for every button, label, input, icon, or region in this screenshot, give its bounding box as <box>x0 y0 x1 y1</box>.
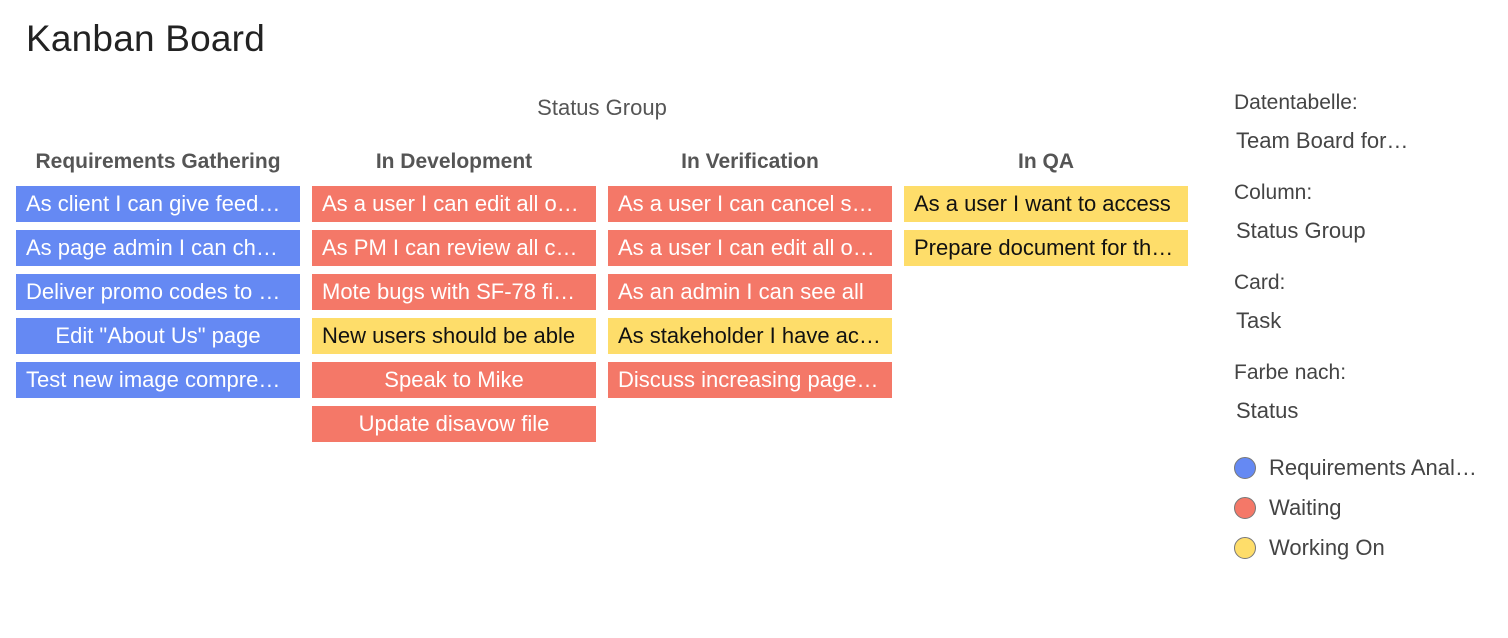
status-group-heading: Status Group <box>537 95 667 120</box>
datatable-label: Datentabelle: <box>1234 91 1358 114</box>
column-header: In QA <box>1018 150 1074 173</box>
task-card[interactable]: Speak to Mike <box>312 362 596 398</box>
column-header: Requirements Gathering <box>35 150 281 173</box>
board-column: In QA As a user I want to access Prepare d… <box>904 147 1188 450</box>
yellow-dot-icon <box>1234 537 1256 559</box>
color-by-label: Farbe nach: <box>1234 361 1347 384</box>
blue-dot-icon <box>1234 457 1256 479</box>
color-legend: Requirements Analysis Waiting Working On <box>1234 448 1496 568</box>
task-card[interactable]: Deliver promo codes to partners <box>16 274 300 310</box>
kanban-board: Requirements Gathering As client I can gi… <box>16 147 1188 450</box>
task-card[interactable]: Prepare document for the team <box>904 230 1188 266</box>
color-by-select[interactable]: Status <box>1234 396 1412 426</box>
task-card[interactable]: As PM I can review all changes <box>312 230 596 266</box>
task-card[interactable]: Mote bugs with SF-78 fixed <box>312 274 596 310</box>
task-card[interactable]: As page admin I can change <box>16 230 300 266</box>
task-card[interactable]: As a user I want to access <box>904 186 1188 222</box>
legend-label: Working On <box>1269 535 1385 560</box>
card-label: Card: <box>1234 271 1286 294</box>
task-card[interactable]: New users should be able <box>312 318 596 354</box>
column-header: In Development <box>375 150 533 173</box>
task-card[interactable]: Discuss increasing page speed <box>608 362 892 398</box>
page-title: Kanban Board <box>26 18 265 59</box>
task-card[interactable]: As client I can give feedback <box>16 186 300 222</box>
task-card[interactable]: As a user I can edit all orders <box>312 186 596 222</box>
legend-item: Working On <box>1234 528 1496 568</box>
column-label: Column: <box>1234 181 1313 204</box>
board-column: In Development As a user I can edit all o… <box>312 147 596 450</box>
task-card[interactable]: Update disavow file <box>312 406 596 442</box>
board-column: Requirements Gathering As client I can gi… <box>16 147 300 450</box>
legend-label: Waiting <box>1269 495 1342 520</box>
card-select[interactable]: Task <box>1234 306 1412 336</box>
task-card[interactable]: Test new image compression <box>16 362 300 398</box>
legend-item: Waiting <box>1234 488 1496 528</box>
settings-sidebar: Datentabelle: Team Board for Kanban Colu… <box>1234 88 1496 568</box>
task-card[interactable]: As a user I can edit all orders <box>608 230 892 266</box>
task-card[interactable]: As stakeholder I have access <box>608 318 892 354</box>
legend-label: Requirements Analysis <box>1269 455 1487 480</box>
datatable-select[interactable]: Team Board for Kanban <box>1234 126 1412 156</box>
legend-item: Requirements Analysis <box>1234 448 1496 488</box>
task-card[interactable]: Edit "About Us" page <box>16 318 300 354</box>
task-card[interactable]: As an admin I can see all <box>608 274 892 310</box>
column-select[interactable]: Status Group <box>1234 216 1412 246</box>
task-card[interactable]: As a user I can cancel subscription <box>608 186 892 222</box>
board-column: In Verification As a user I can cancel su… <box>608 147 892 450</box>
column-header: In Verification <box>681 150 819 173</box>
red-dot-icon <box>1234 497 1256 519</box>
